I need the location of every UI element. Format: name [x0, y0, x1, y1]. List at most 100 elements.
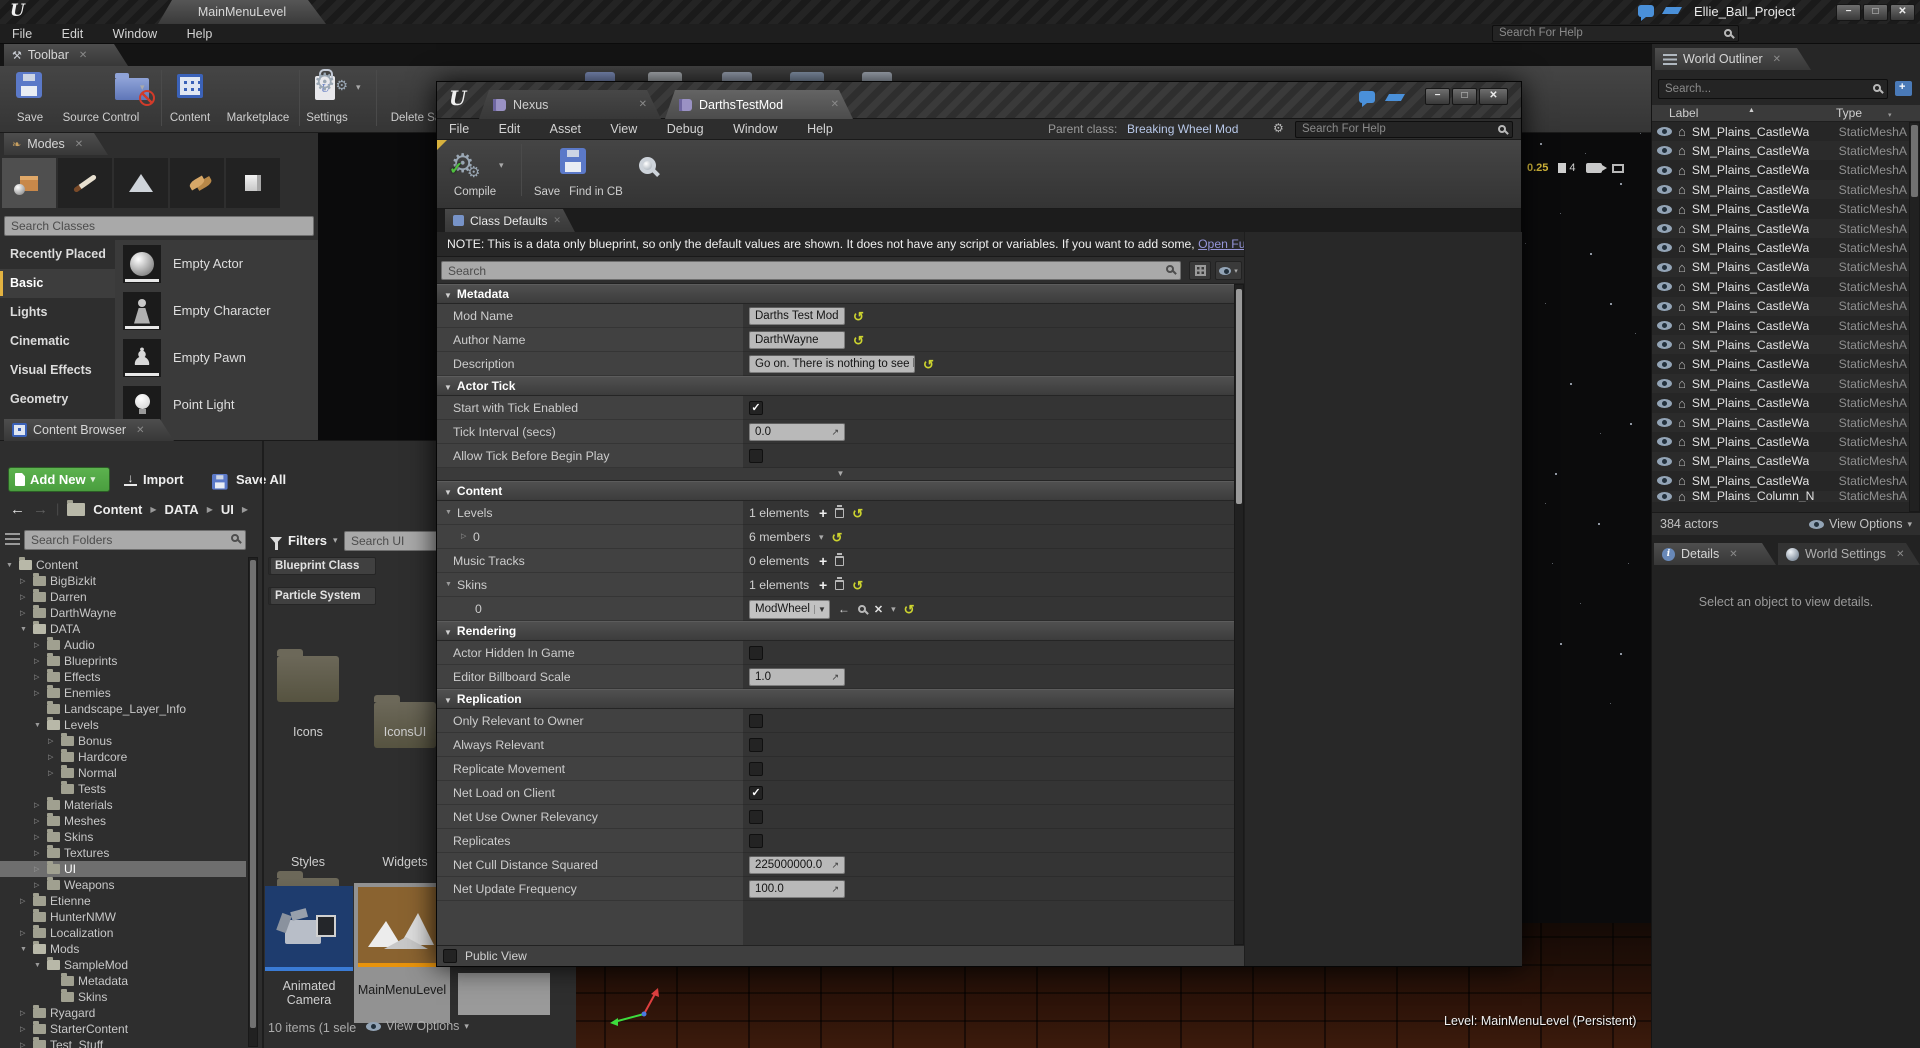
expander-arrow[interactable]: ▷ — [34, 801, 43, 809]
tree-item-localization[interactable]: ▷Localization — [0, 925, 246, 941]
close-icon[interactable]: ✕ — [639, 99, 647, 110]
table-row[interactable]: ⌂SM_Plains_CastleWaStaticMeshA — [1652, 335, 1909, 354]
visibility-eye-icon[interactable] — [1657, 492, 1672, 501]
checkbox-net-use-owner-relevancy[interactable] — [749, 810, 763, 824]
visibility-eye-icon[interactable] — [1657, 263, 1672, 272]
tab-darthstestmod[interactable]: DarthsTestMod ✕ — [665, 90, 853, 119]
public-view-checkbox[interactable] — [443, 949, 457, 963]
tree-item-hardcore[interactable]: ▷Hardcore — [0, 749, 246, 765]
minimize-button[interactable]: − — [1836, 4, 1861, 21]
view-options-button[interactable]: View Options▾ — [366, 1019, 469, 1033]
details-search-input[interactable]: Search — [441, 261, 1181, 280]
chevron-down-icon[interactable]: ▾ — [891, 604, 896, 615]
content-button[interactable]: Content — [160, 112, 220, 124]
checkbox-replicate-movement[interactable] — [749, 762, 763, 776]
checkbox-start-with-tick-enabled[interactable]: ✓ — [749, 401, 763, 415]
visibility-eye-icon[interactable] — [1657, 205, 1672, 214]
tree-item-samplemod[interactable]: ▼SampleMod — [0, 957, 246, 973]
expander-arrow[interactable]: ▷ — [20, 577, 29, 585]
tree-item-data[interactable]: ▼DATA — [0, 621, 246, 637]
visibility-eye-icon[interactable] — [1657, 457, 1672, 466]
minimize-button[interactable]: − — [1425, 88, 1450, 105]
tree-item-darthwayne[interactable]: ▷DarthWayne — [0, 605, 246, 621]
menu-help[interactable]: Help — [807, 119, 833, 139]
trash-icon[interactable] — [835, 580, 844, 590]
tutorial-cap-icon[interactable] — [1662, 7, 1682, 14]
property-row-only-relevant-to-owner[interactable]: Only Relevant to Owner — [437, 709, 1244, 733]
tree-item-hunternmw[interactable]: HunterNMW — [0, 909, 246, 925]
expander-arrow[interactable]: ▼ — [20, 626, 29, 633]
revert-icon[interactable]: ↺ — [852, 507, 863, 520]
close-icon[interactable]: ✕ — [1729, 549, 1737, 560]
text-field-author-name[interactable]: DarthWayne — [749, 331, 845, 349]
add-element-icon[interactable]: + — [819, 554, 827, 568]
blueprint-titlebar[interactable]: U Nexus ✕ DarthsTestMod ✕ −□✕ — [437, 82, 1521, 119]
checkbox-always-relevant[interactable] — [749, 738, 763, 752]
frame-icon[interactable] — [1612, 164, 1624, 173]
expander-arrow[interactable]: ▼ — [20, 946, 29, 953]
maximize-button[interactable]: □ — [1863, 4, 1888, 21]
table-row[interactable]: ⌂SM_Plains_CastleWaStaticMeshA — [1652, 141, 1909, 160]
viewport-scale-badge[interactable]: 0.25 — [1527, 162, 1548, 174]
table-row[interactable]: ⌂SM_Plains_CastleWaStaticMeshA — [1652, 471, 1909, 490]
number-field-net-cull-distance-squared[interactable]: 225000000.0↗ — [749, 856, 845, 874]
tree-item-skins[interactable]: ▷Skins — [0, 829, 246, 845]
add-element-icon[interactable]: + — [819, 578, 827, 592]
property-row-allow-tick-before-begin-play[interactable]: Allow Tick Before Begin Play — [437, 444, 1244, 468]
forward-arrow-icon[interactable]: → — [33, 501, 48, 518]
tree-item-landscape-layer-info[interactable]: Landscape_Layer_Info — [0, 701, 246, 717]
table-row[interactable]: ⌂SM_Plains_CastleWaStaticMeshA — [1652, 316, 1909, 335]
back-arrow-icon[interactable]: ← — [10, 501, 25, 518]
menu-window[interactable]: Window — [113, 24, 157, 44]
visibility-eye-icon[interactable] — [1657, 399, 1672, 408]
property-row-skins[interactable]: ▼Skins1 elements+↺ — [437, 573, 1244, 597]
tree-item-weapons[interactable]: ▷Weapons — [0, 877, 246, 893]
placeable-item-empty-actor[interactable]: Empty Actor — [115, 240, 318, 287]
tree-item-ui[interactable]: ▷UI — [0, 861, 246, 877]
close-icon[interactable]: ✕ — [75, 139, 83, 150]
mode-landscape[interactable] — [114, 158, 168, 208]
menu-view[interactable]: View — [610, 119, 637, 139]
visibility-eye-icon[interactable] — [1657, 418, 1672, 427]
property-row-replicate-movement[interactable]: Replicate Movement — [437, 757, 1244, 781]
value-slider-icon[interactable]: ↗ — [831, 881, 839, 897]
tree-item-blueprints[interactable]: ▷Blueprints — [0, 653, 246, 669]
maximize-button[interactable]: □ — [1452, 88, 1477, 105]
tree-item-materials[interactable]: ▷Materials — [0, 797, 246, 813]
expander-arrow[interactable]: ▷ — [20, 1009, 29, 1017]
expander-arrow[interactable]: ▷ — [34, 817, 43, 825]
revert-icon[interactable]: ↺ — [853, 310, 864, 323]
details-tab[interactable]: Details✕ — [1654, 543, 1776, 565]
revert-icon[interactable]: ↺ — [852, 579, 863, 592]
tree-item-textures[interactable]: ▷Textures — [0, 845, 246, 861]
folder-label[interactable]: Icons — [258, 725, 358, 739]
expander-arrow[interactable]: ▷ — [34, 689, 43, 697]
property-row-net-load-on-client[interactable]: Net Load on Client✓ — [437, 781, 1244, 805]
number-field-editor-billboard-scale[interactable]: 1.0↗ — [749, 668, 845, 686]
expander-arrow[interactable]: ▷ — [20, 609, 29, 617]
add-element-icon[interactable]: + — [819, 506, 827, 520]
compile-button[interactable]: Compile — [447, 186, 503, 198]
tree-item-startercontent[interactable]: ▷StarterContent — [0, 1021, 246, 1037]
visibility-eye-icon[interactable] — [1657, 185, 1672, 194]
property-row-always-relevant[interactable]: Always Relevant — [437, 733, 1244, 757]
expander-arrow[interactable]: ▷ — [461, 525, 466, 549]
expander-arrow[interactable]: ▷ — [20, 897, 29, 905]
source-control-button[interactable]: Source Control — [55, 112, 147, 124]
property-row-levels[interactable]: ▼Levels1 elements+↺ — [437, 501, 1244, 525]
revert-icon[interactable]: ↺ — [853, 334, 864, 347]
checkbox-replicates[interactable] — [749, 834, 763, 848]
breadcrumb-content[interactable]: Content — [93, 502, 142, 517]
chevron-down-icon[interactable]: ▾ — [356, 82, 361, 93]
table-row[interactable]: ⌂SM_Plains_CastleWaStaticMeshA — [1652, 122, 1909, 141]
filter-chip-blueprint-class[interactable]: Blueprint Class — [268, 557, 376, 575]
outliner-search-input[interactable]: Search... — [1658, 79, 1888, 99]
section-header-actor-tick[interactable]: ▼Actor Tick — [437, 376, 1244, 396]
expander-arrow[interactable]: ▷ — [34, 865, 43, 873]
property-row-author-name[interactable]: Author NameDarthWayne↺ — [437, 328, 1244, 352]
chevron-down-icon[interactable]: ▾ — [140, 82, 145, 93]
revert-icon[interactable]: ↺ — [904, 603, 915, 616]
checkbox-only-relevant-to-owner[interactable] — [749, 714, 763, 728]
expander-arrow[interactable]: ▷ — [34, 641, 43, 649]
property-row-net-use-owner-relevancy[interactable]: Net Use Owner Relevancy — [437, 805, 1244, 829]
